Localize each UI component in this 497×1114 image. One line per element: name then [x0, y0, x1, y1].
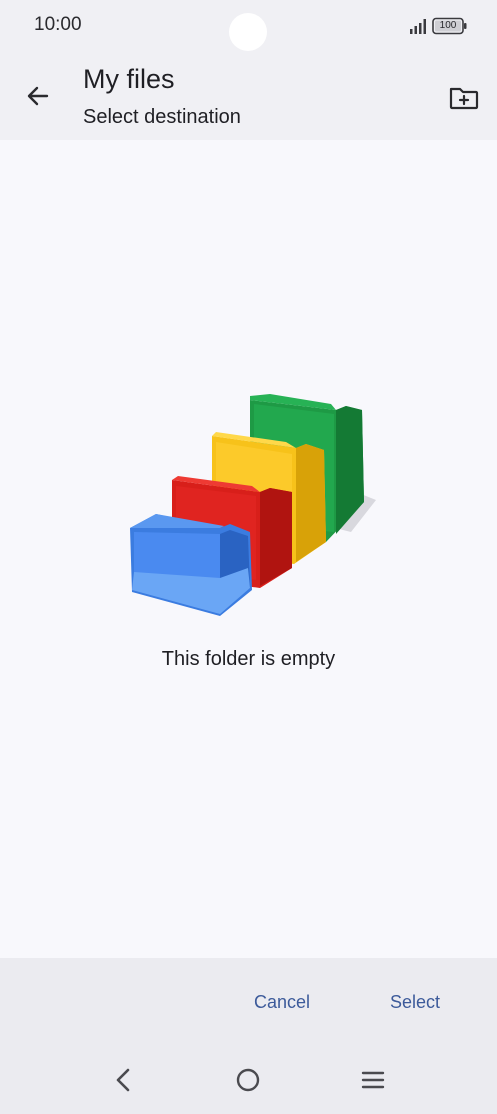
blue-folder-shape	[130, 514, 252, 616]
cancel-button[interactable]: Cancel	[236, 984, 328, 1020]
signal-icon	[410, 19, 426, 34]
page-subtitle: Select destination	[83, 106, 241, 128]
battery-level: 100	[439, 20, 457, 31]
status-time: 10:00	[34, 14, 82, 35]
nav-recents-icon[interactable]	[355, 1062, 391, 1098]
camera-cutout	[229, 13, 267, 51]
back-button[interactable]	[18, 76, 58, 116]
page-title: My files	[83, 64, 175, 94]
new-folder-button[interactable]	[444, 78, 484, 118]
app-bar: My files Select destination	[0, 52, 497, 140]
arrow-left-icon	[27, 86, 49, 106]
select-button[interactable]: Select	[374, 984, 456, 1020]
action-bar: Cancel Select	[0, 958, 497, 1114]
empty-folder-message: This folder is empty	[161, 648, 336, 670]
nav-back-icon[interactable]	[106, 1062, 142, 1098]
nav-home-icon[interactable]	[230, 1062, 266, 1098]
new-folder-icon	[449, 87, 479, 110]
colorful-folders-illustration	[130, 394, 376, 616]
status-bar: 10:00 100	[0, 0, 497, 52]
screen: 10:00 100 My files Select destination Th…	[0, 0, 497, 1114]
